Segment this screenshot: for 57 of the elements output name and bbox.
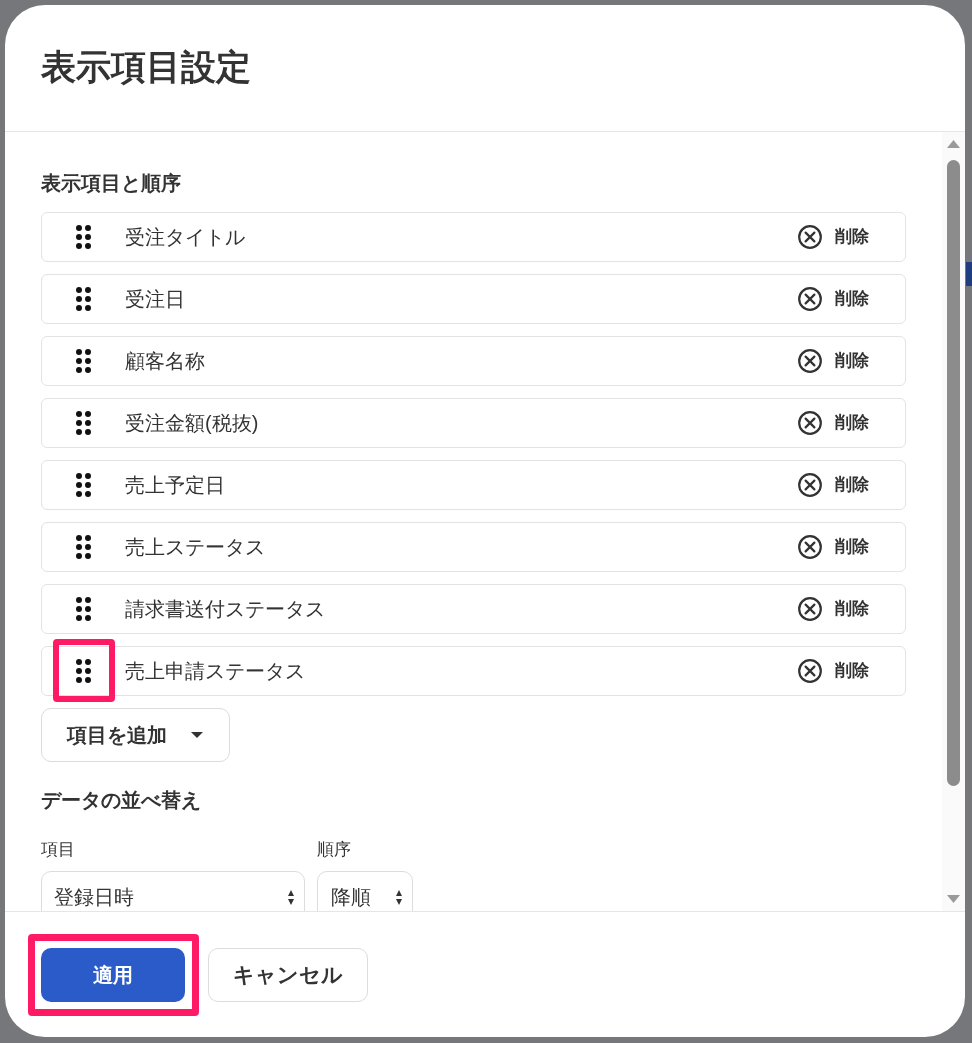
list-item[interactable]: 受注金額(税抜) 削除 xyxy=(41,398,906,448)
drag-handle-icon[interactable] xyxy=(76,411,91,435)
item-label: 顧客名称 xyxy=(125,349,205,374)
close-circle-icon xyxy=(798,473,822,497)
item-label: 売上予定日 xyxy=(125,473,225,498)
field-label: 項目 xyxy=(41,839,75,861)
item-label: 受注日 xyxy=(125,287,185,312)
close-circle-icon xyxy=(798,411,822,435)
list-item[interactable]: 売上申請ステータス 削除 xyxy=(41,646,906,696)
item-label: 受注タイトル xyxy=(125,225,245,250)
drag-handle-icon[interactable] xyxy=(76,473,91,497)
section-heading: データの並べ替え xyxy=(41,788,201,813)
item-label: 売上申請ステータス xyxy=(125,659,305,684)
caret-down-icon xyxy=(191,732,203,738)
close-circle-icon xyxy=(798,597,822,621)
list-item[interactable]: 受注日 削除 xyxy=(41,274,906,324)
section-heading: 表示項目と順序 xyxy=(41,171,181,196)
list-item[interactable]: 請求書送付ステータス 削除 xyxy=(41,584,906,634)
delete-button[interactable]: 削除 xyxy=(798,658,869,684)
cancel-button[interactable]: キャンセル xyxy=(208,947,368,1002)
item-label: 受注金額(税抜) xyxy=(125,411,259,436)
delete-button[interactable]: 削除 xyxy=(798,348,869,374)
list-item[interactable]: 受注タイトル 削除 xyxy=(41,212,906,262)
dialog-title: 表示項目設定 xyxy=(41,46,251,88)
drag-handle-icon[interactable] xyxy=(76,659,91,683)
sort-order-select[interactable]: 降順 xyxy=(317,871,413,911)
close-circle-icon xyxy=(798,287,822,311)
close-circle-icon xyxy=(798,535,822,559)
list-item[interactable]: 売上予定日 削除 xyxy=(41,460,906,510)
scrollbar-thumb[interactable] xyxy=(947,160,960,786)
drag-handle-icon[interactable] xyxy=(76,225,91,249)
delete-button[interactable]: 削除 xyxy=(798,286,869,312)
backdrop-bar xyxy=(966,262,972,286)
list-item[interactable]: 顧客名称 削除 xyxy=(41,336,906,386)
item-label: 請求書送付ステータス xyxy=(125,597,325,622)
field-label: 順序 xyxy=(317,839,351,861)
delete-button[interactable]: 削除 xyxy=(798,534,869,560)
add-item-button[interactable]: 項目を追加 xyxy=(41,708,230,762)
close-circle-icon xyxy=(798,225,822,249)
scroll-down-arrow-icon[interactable] xyxy=(947,895,960,903)
sort-field-select[interactable]: 登録日時 xyxy=(41,871,305,911)
list-item[interactable]: 売上ステータス 削除 xyxy=(41,522,906,572)
sort-arrows-icon xyxy=(396,889,402,905)
item-label: 売上ステータス xyxy=(125,535,265,560)
close-circle-icon xyxy=(798,349,822,373)
scroll-up-arrow-icon[interactable] xyxy=(947,140,960,148)
apply-button[interactable]: 適用 xyxy=(41,947,185,1002)
drag-handle-icon[interactable] xyxy=(76,597,91,621)
drag-handle-icon[interactable] xyxy=(76,287,91,311)
delete-button[interactable]: 削除 xyxy=(798,224,869,250)
drag-handle-icon[interactable] xyxy=(76,349,91,373)
sort-arrows-icon xyxy=(288,889,294,905)
delete-button[interactable]: 削除 xyxy=(798,596,869,622)
delete-button[interactable]: 削除 xyxy=(798,410,869,436)
drag-handle-icon[interactable] xyxy=(76,535,91,559)
close-circle-icon xyxy=(798,659,822,683)
delete-button[interactable]: 削除 xyxy=(798,472,869,498)
